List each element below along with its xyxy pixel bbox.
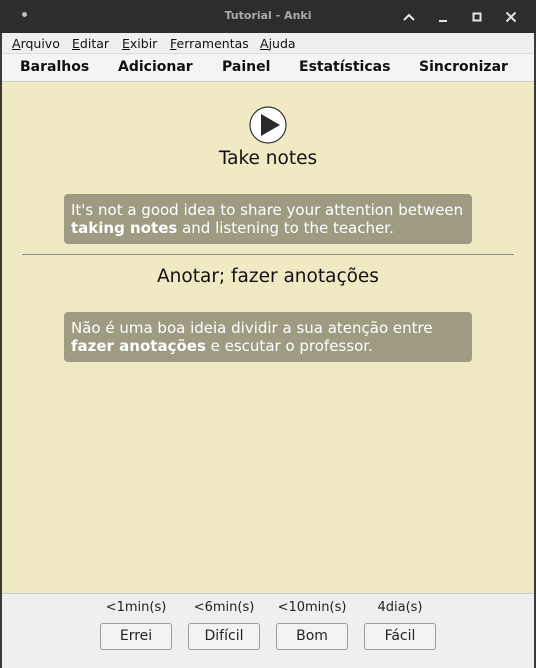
- good-button[interactable]: Bom: [276, 623, 348, 650]
- maximize-icon[interactable]: [467, 7, 487, 27]
- anki-window: Tutorial - Anki Arquivo Editar Exibir Fe…: [0, 0, 536, 668]
- menu-label: erramentas: [176, 36, 249, 51]
- toolbar-browse-link[interactable]: Painel: [222, 59, 270, 75]
- toolbar-decks-link[interactable]: Baralhos: [20, 59, 89, 75]
- sentence-text: e escutar o professor.: [205, 337, 373, 355]
- again-button[interactable]: Errei: [100, 623, 172, 650]
- card-back-word: Anotar; fazer anotações: [157, 266, 379, 287]
- menu-mnemonic: E: [122, 36, 130, 51]
- front-example-sentence: It's not a good idea to share your atten…: [64, 194, 472, 244]
- sentence-highlight: fazer anotações: [71, 337, 206, 355]
- minimize-icon[interactable]: [433, 7, 453, 27]
- sentence-text: It's not a good idea to share your atten…: [71, 201, 464, 219]
- menu-arquivo[interactable]: Arquivo: [12, 36, 60, 51]
- back-example-sentence: Não é uma boa ideia dividir a sua atençã…: [64, 312, 472, 362]
- toolbar-add-link[interactable]: Adicionar: [118, 59, 193, 75]
- menu-ajuda[interactable]: Ajuda: [260, 36, 296, 51]
- menu-mnemonic: E: [72, 36, 80, 51]
- menu-ferramentas[interactable]: Ferramentas: [170, 36, 249, 51]
- menu-label: juda: [268, 36, 296, 51]
- menu-exibir[interactable]: Exibir: [122, 36, 157, 51]
- menu-label: xibir: [129, 36, 158, 51]
- interval-hard: <6min(s): [193, 600, 255, 615]
- toolbar-stats-link[interactable]: Estatísticas: [299, 59, 390, 75]
- card-review-area: Take notes It's not a good idea to share…: [2, 82, 534, 593]
- menu-editar[interactable]: Editar: [72, 36, 109, 51]
- sentence-text: and listening to the teacher.: [177, 219, 394, 237]
- interval-easy: 4dia(s): [377, 600, 423, 615]
- menu-label: ditar: [79, 36, 110, 51]
- main-toolbar: Baralhos Adicionar Painel Estatísticas S…: [2, 53, 534, 82]
- answer-divider: [22, 254, 514, 255]
- easy-button[interactable]: Fácil: [364, 623, 436, 650]
- interval-good: <10min(s): [277, 600, 347, 615]
- menu-label: rquivo: [20, 36, 60, 51]
- card-front-word: Take notes: [218, 148, 318, 169]
- window-title: Tutorial - Anki: [224, 9, 312, 22]
- menu-mnemonic: A: [12, 36, 21, 51]
- interval-again: <1min(s): [105, 600, 167, 615]
- sentence-highlight: taking notes: [71, 219, 178, 237]
- hard-button[interactable]: Difícil: [188, 623, 260, 650]
- chevron-up-icon[interactable]: [399, 7, 419, 27]
- menu-mnemonic: A: [260, 36, 269, 51]
- toolbar-sync-link[interactable]: Sincronizar: [419, 59, 508, 75]
- menu-bar: Arquivo Editar Exibir Ferramentas Ajuda: [2, 33, 534, 53]
- title-bar[interactable]: Tutorial - Anki: [0, 0, 536, 33]
- play-audio-icon[interactable]: [249, 106, 287, 144]
- sentence-text: Não é uma boa ideia dividir a sua atençã…: [71, 319, 433, 337]
- close-icon[interactable]: [501, 7, 521, 27]
- answer-bar: <1min(s) <6min(s) <10min(s) 4dia(s) Erre…: [2, 593, 534, 668]
